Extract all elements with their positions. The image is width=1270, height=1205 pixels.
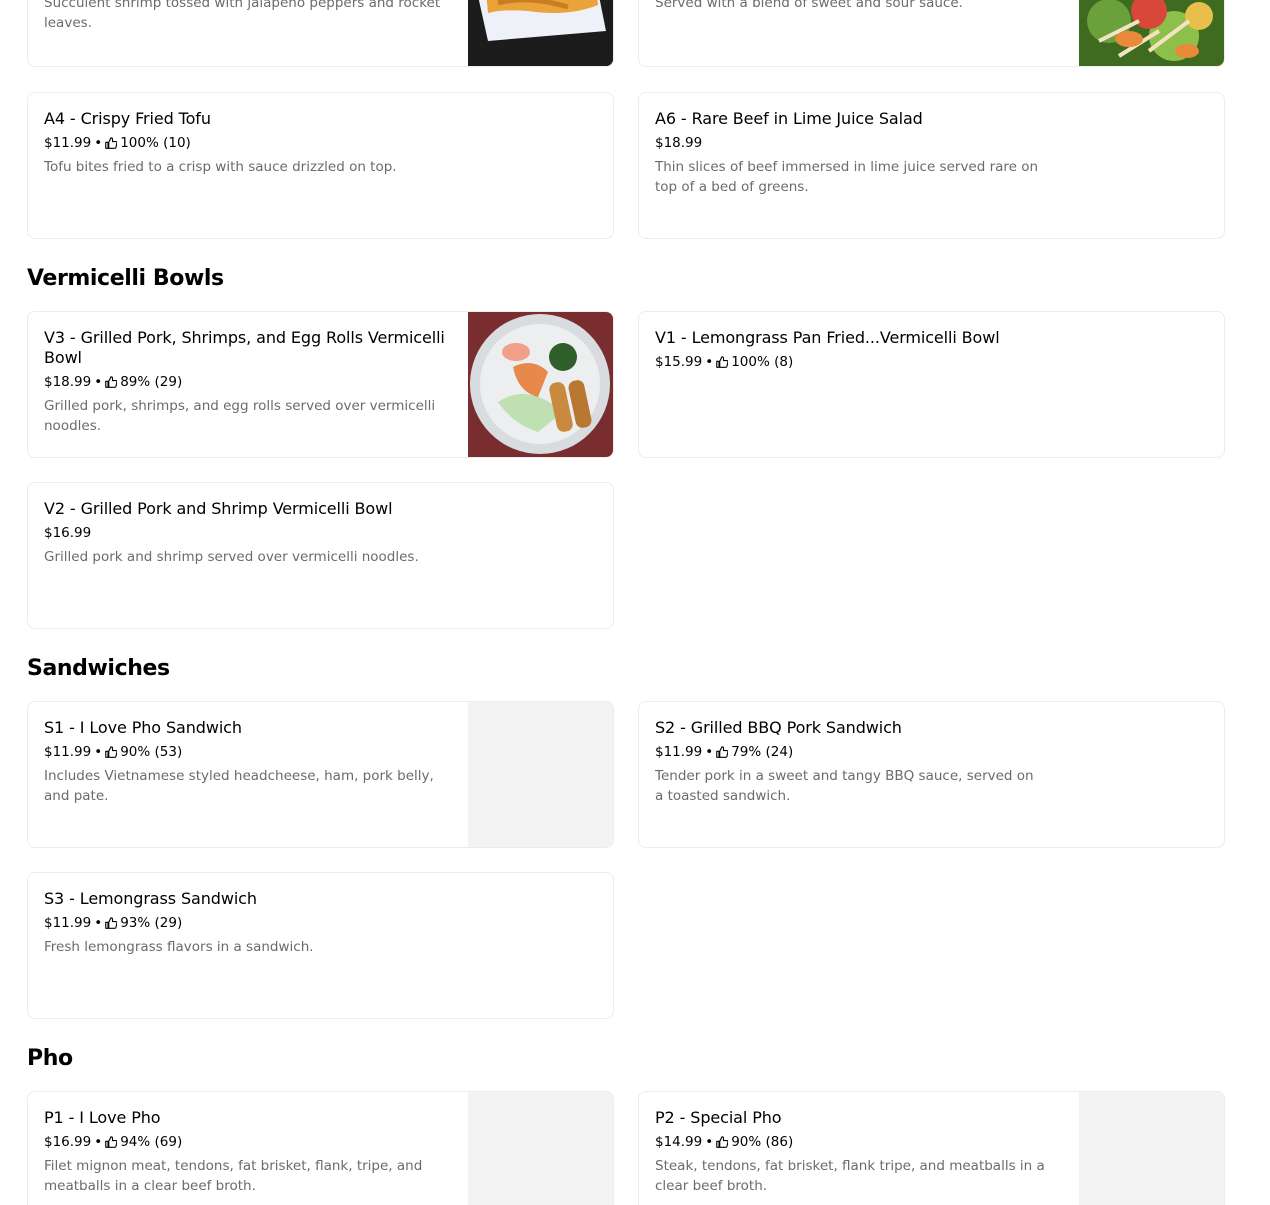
item-rating: 100% (8) (731, 354, 794, 370)
item-price: $14.99 (655, 1134, 703, 1150)
menu-item-card-s2[interactable]: S2 - Grilled BBQ Pork Sandwich $11.99 • … (638, 701, 1225, 848)
item-price: $16.99 (44, 525, 92, 541)
item-title: S1 - I Love Pho Sandwich (44, 718, 242, 737)
thumbs-up-icon (105, 376, 118, 388)
item-meta: $16.99 (44, 523, 464, 543)
item-price: $18.99 (44, 374, 92, 390)
separator: • (94, 135, 103, 151)
item-rating: 90% (86) (731, 1134, 794, 1150)
item-price: $15.99 (655, 354, 703, 370)
item-image (468, 312, 613, 457)
item-price: $11.99 (44, 915, 92, 931)
item-price: $11.99 (44, 135, 92, 151)
menu-item-card-v2[interactable]: V2 - Grilled Pork and Shrimp Vermicelli … (27, 482, 614, 629)
item-title: A6 - Rare Beef in Lime Juice Salad (655, 109, 923, 128)
item-title: P2 - Special Pho (655, 1108, 782, 1127)
separator: • (705, 354, 714, 370)
item-rating: 94% (69) (120, 1134, 183, 1150)
item-description: Grilled pork and shrimp served over verm… (44, 549, 419, 565)
item-meta: $14.99 • 90% (86) (655, 1132, 1065, 1152)
menu-item-card-fried-shrimp[interactable]: Eight pieces of shrimp dipped in batter … (638, 0, 1225, 67)
item-title: V2 - Grilled Pork and Shrimp Vermicelli … (44, 499, 393, 518)
item-description: Tofu bites fried to a crisp with sauce d… (44, 159, 397, 175)
separator: • (94, 915, 103, 931)
item-title: V1 - Lemongrass Pan Fried...Vermicelli B… (655, 328, 1000, 347)
separator: • (705, 744, 714, 760)
separator: • (94, 1134, 103, 1150)
item-meta: $15.99 • 100% (8) (655, 352, 1075, 372)
item-price: $11.99 (655, 744, 703, 760)
item-title: A4 - Crispy Fried Tofu (44, 109, 211, 128)
section-title-pho: Pho (27, 1046, 73, 1071)
thumbs-up-icon (105, 137, 118, 149)
thumbs-up-icon (105, 1136, 118, 1148)
item-price: $11.99 (44, 744, 92, 760)
item-description: Thin slices of beef immersed in lime jui… (655, 159, 1039, 195)
item-description: Includes Vietnamese styled headcheese, h… (44, 768, 434, 804)
item-meta: $18.99 (655, 133, 1075, 153)
item-description: Filet mignon meat, tendons, fat brisket,… (44, 1158, 423, 1194)
item-rating: 90% (53) (120, 744, 183, 760)
item-description: Tender pork in a sweet and tangy BBQ sau… (655, 768, 1034, 804)
thumbs-up-icon (105, 917, 118, 929)
menu-item-card-s1[interactable]: S1 - I Love Pho Sandwich $11.99 • 90% (5… (27, 701, 614, 848)
item-price: $18.99 (655, 135, 703, 151)
food-photo-fried-shrimp (468, 0, 613, 66)
item-description: Succulent shrimp tossed with jalapeño pe… (44, 0, 441, 31)
item-meta: $11.99 • 79% (24) (655, 742, 1075, 762)
thumbs-up-icon (716, 356, 729, 368)
item-rating: 100% (10) (120, 135, 191, 151)
menu-item-card-a4[interactable]: A4 - Crispy Fried Tofu $11.99 • 100% (10… (27, 92, 614, 239)
item-image-placeholder (468, 702, 613, 847)
item-title: P1 - I Love Pho (44, 1108, 161, 1127)
food-photo-salad-shrimp (1079, 0, 1224, 66)
section-title-vermicelli-bowls: Vermicelli Bowls (27, 266, 224, 291)
item-rating: 79% (24) (731, 744, 794, 760)
menu-item-card-v1[interactable]: V1 - Lemongrass Pan Fried...Vermicelli B… (638, 311, 1225, 458)
item-title: S3 - Lemongrass Sandwich (44, 889, 257, 908)
item-meta: $11.99 • 90% (53) (44, 742, 454, 762)
item-title: V3 - Grilled Pork, Shrimps, and Egg Roll… (44, 328, 445, 367)
section-title-sandwiches: Sandwiches (27, 656, 170, 681)
item-meta: $11.99 • 100% (10) (44, 133, 464, 153)
menu-item-card-v3[interactable]: V3 - Grilled Pork, Shrimps, and Egg Roll… (27, 311, 614, 458)
menu-item-card-p1[interactable]: P1 - I Love Pho $16.99 • 94% (69) Filet … (27, 1091, 614, 1205)
item-image-placeholder (468, 1092, 613, 1205)
item-description: Fresh lemongrass flavors in a sandwich. (44, 939, 314, 955)
thumbs-up-icon (716, 746, 729, 758)
thumbs-up-icon (105, 746, 118, 758)
item-description: Eight pieces of shrimp dipped in batter … (655, 0, 963, 11)
item-rating: 89% (29) (120, 374, 183, 390)
separator: • (94, 744, 103, 760)
item-title: S2 - Grilled BBQ Pork Sandwich (655, 718, 902, 737)
food-photo-vermicelli-bowl (468, 312, 613, 457)
separator: • (705, 1134, 714, 1150)
item-meta: $16.99 • 94% (69) (44, 1132, 454, 1152)
menu-item-card-p2[interactable]: P2 - Special Pho $14.99 • 90% (86) Steak… (638, 1091, 1225, 1205)
item-image (468, 0, 613, 66)
item-description: Steak, tendons, fat brisket, flank tripe… (655, 1158, 1045, 1194)
menu-item-card-shrimp-jalapeno[interactable]: Succulent shrimp tossed with jalapeño pe… (27, 0, 614, 67)
item-rating: 93% (29) (120, 915, 183, 931)
item-price: $16.99 (44, 1134, 92, 1150)
item-meta: $18.99 • 89% (29) (44, 372, 454, 392)
menu-item-card-s3[interactable]: S3 - Lemongrass Sandwich $11.99 • 93% (2… (27, 872, 614, 1019)
item-image-placeholder (1079, 1092, 1224, 1205)
menu-item-card-a6[interactable]: A6 - Rare Beef in Lime Juice Salad $18.9… (638, 92, 1225, 239)
item-image (1079, 0, 1224, 66)
separator: • (94, 374, 103, 390)
item-description: Grilled pork, shrimps, and egg rolls ser… (44, 398, 436, 434)
item-meta: $11.99 • 93% (29) (44, 913, 464, 933)
thumbs-up-icon (716, 1136, 729, 1148)
